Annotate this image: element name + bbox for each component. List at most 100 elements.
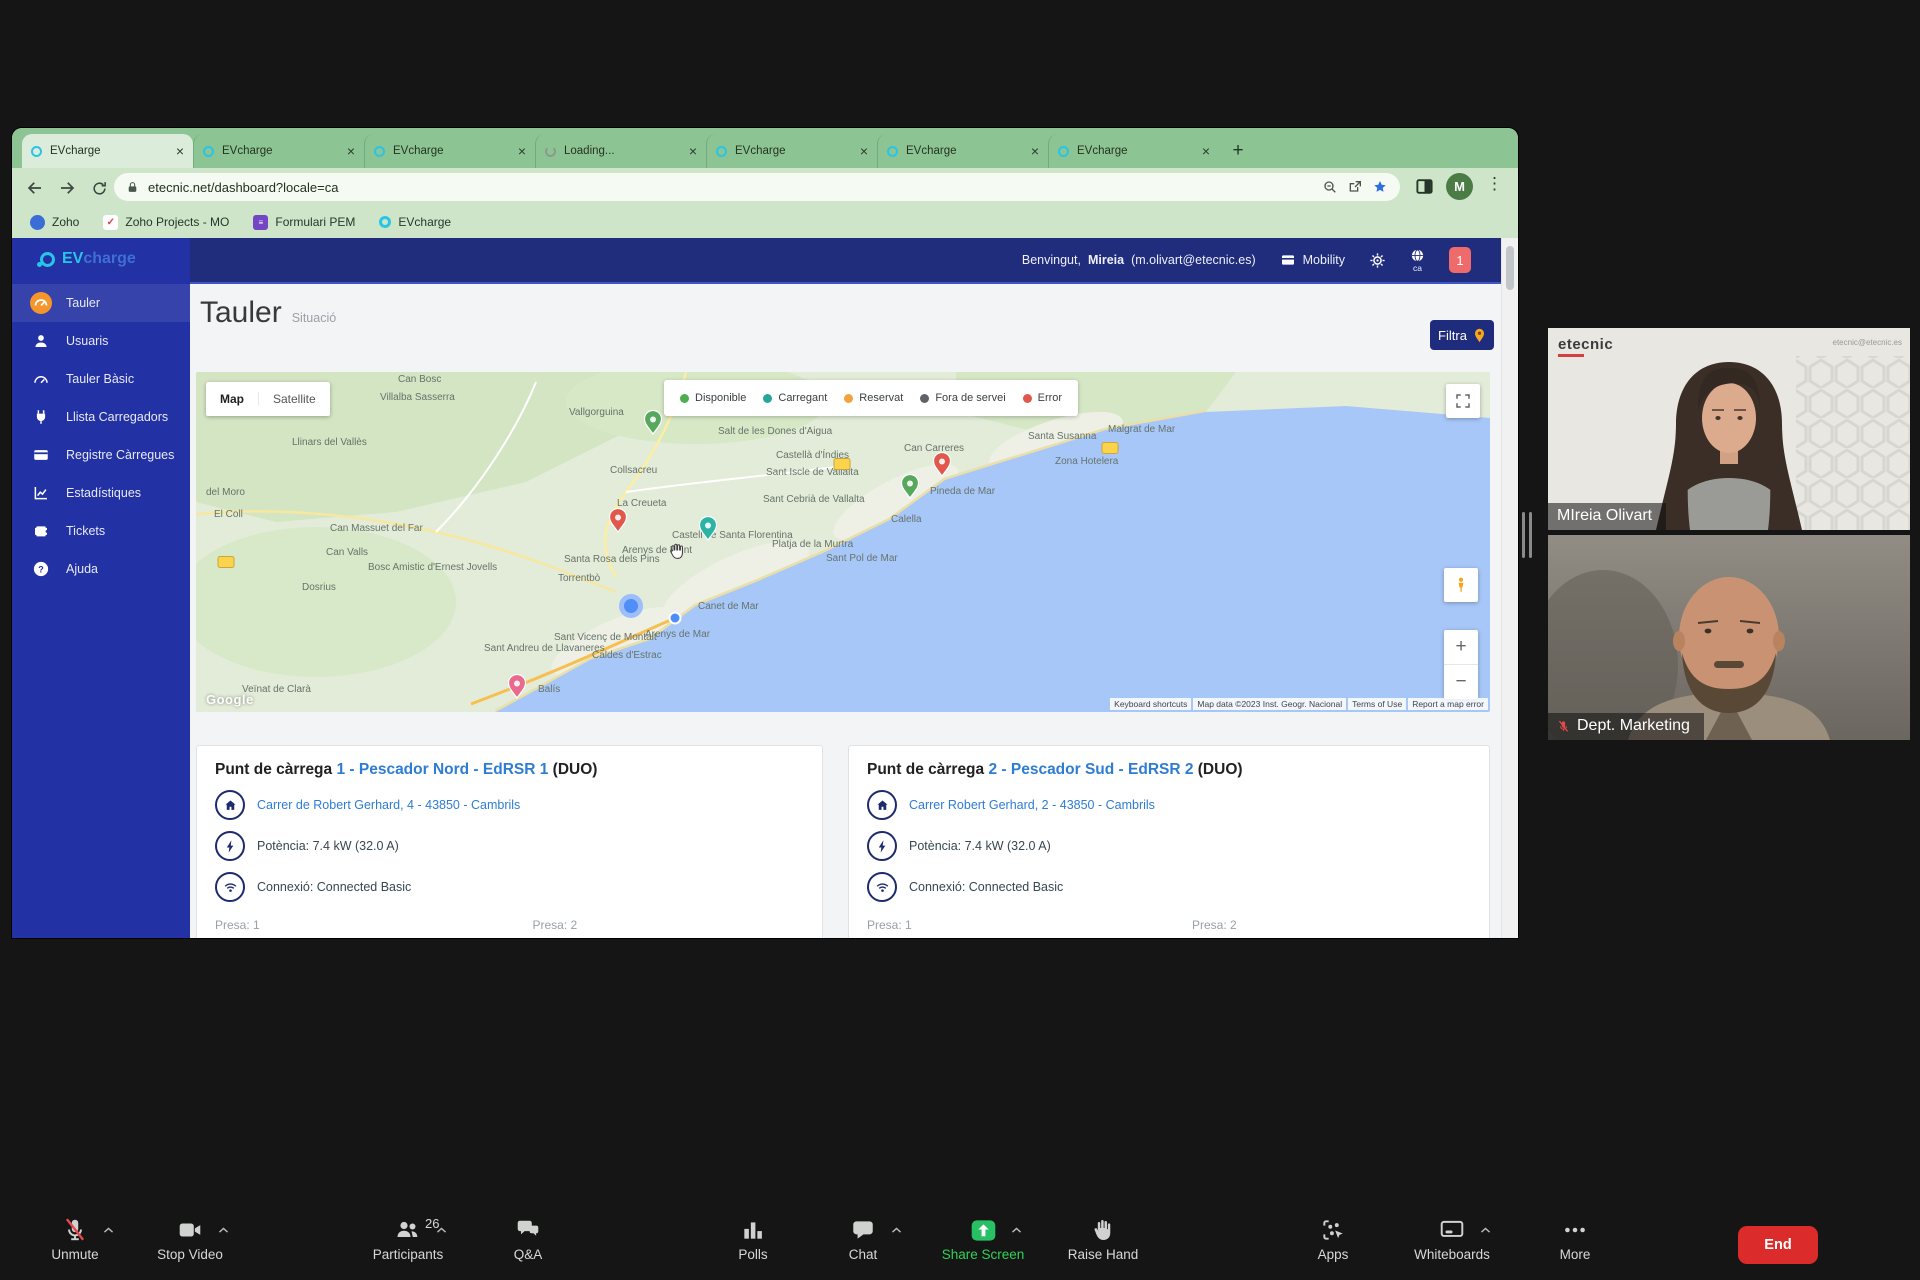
settings-button[interactable] (1369, 252, 1386, 269)
toolbar-more-button[interactable]: More (1500, 1215, 1650, 1262)
toolbar-q-a-button[interactable]: Q&A (453, 1215, 603, 1262)
map-attribution-item[interactable]: Terms of Use (1348, 698, 1406, 710)
tab-close-icon[interactable]: × (1031, 146, 1039, 156)
bookmark-item[interactable]: Zoho (30, 215, 79, 230)
charge-point-address-link[interactable]: Carrer Robert Gerhard, 2 - 43850 - Cambr… (909, 798, 1155, 812)
legend-status-dot (1023, 394, 1032, 403)
legend-item: Error (1023, 392, 1062, 404)
language-selector[interactable]: ca (1410, 248, 1425, 273)
bookmark-label: EVcharge (398, 215, 451, 229)
connection-icon (215, 872, 245, 902)
tab-close-icon[interactable]: × (176, 146, 184, 156)
notification-badge[interactable]: 1 (1449, 247, 1471, 273)
bookmark-item[interactable]: ≡ Formulari PEM (253, 215, 355, 230)
bookmark-item[interactable]: ✓ Zoho Projects - MO (103, 215, 229, 230)
reload-icon (91, 180, 108, 197)
browser-tab[interactable]: EVcharge × (1048, 134, 1219, 168)
toolbar-stop-video-button[interactable]: Stop Video (115, 1215, 265, 1262)
browser-toolbar: etecnic.net/dashboard?locale=ca M ⋮ (12, 168, 1518, 206)
legend-item: Carregant (763, 392, 827, 404)
sidebar: EVcharge Tauler Usuaris Tauler Bàsic Lli… (12, 238, 190, 938)
participant-video-marketing[interactable]: Dept. Marketing (1548, 535, 1910, 740)
title-suffix: (DUO) (1193, 761, 1242, 778)
forward-button[interactable] (54, 175, 80, 201)
end-meeting-button[interactable]: End (1738, 1226, 1818, 1264)
pegman-button[interactable] (1444, 568, 1478, 602)
map-type-satellite[interactable]: Satellite (258, 392, 330, 406)
url-bar[interactable]: etecnic.net/dashboard?locale=ca (114, 173, 1400, 201)
chevron-up-icon[interactable] (1479, 1224, 1492, 1242)
charge-point-link[interactable]: 1 - Pescador Nord - EdRSR 1 (336, 761, 548, 778)
panel-resize-handle[interactable] (1522, 512, 1532, 558)
bookmark-label: Formulari PEM (275, 215, 355, 229)
toolbar-label: Raise Hand (1028, 1247, 1178, 1262)
browser-tab[interactable]: EVcharge × (706, 134, 877, 168)
check-icon: ✓ (103, 215, 118, 230)
mobility-menu[interactable]: Mobility (1280, 252, 1345, 268)
arrow-left-icon (26, 179, 44, 197)
tab-title: EVcharge (393, 145, 510, 157)
filter-button[interactable]: Filtra (1430, 320, 1494, 350)
sidebar-item-tauler[interactable]: Tauler (12, 284, 190, 322)
sidebar-item-estad-stiques[interactable]: Estadístiques (12, 474, 190, 512)
zoom-page-icon[interactable] (1322, 179, 1338, 195)
tab-close-icon[interactable]: × (1202, 146, 1210, 156)
map-attribution-item[interactable]: Report a map error (1408, 698, 1488, 710)
zoom-in-button[interactable]: + (1444, 631, 1478, 665)
charge-point-link[interactable]: 2 - Pescador Sud - EdRSR 2 (988, 761, 1193, 778)
browser-tab[interactable]: EVcharge × (193, 134, 364, 168)
chevron-up-icon[interactable] (217, 1224, 230, 1242)
browser-tab[interactable]: EVcharge × (22, 134, 193, 168)
browser-tab[interactable]: EVcharge × (364, 134, 535, 168)
charge-point-power: Potència: 7.4 kW (32.0 A) (909, 839, 1051, 853)
help-icon: ? (29, 557, 53, 581)
google-map[interactable]: Can BoscVillalba SasserraVallgorguinaLli… (196, 372, 1490, 712)
chevron-up-icon[interactable] (435, 1224, 448, 1242)
profile-avatar[interactable]: M (1446, 173, 1473, 200)
chevron-up-icon[interactable] (1010, 1224, 1023, 1242)
sidebar-item-label: Estadístiques (66, 486, 141, 500)
sidebar-item-registre-c-rregues[interactable]: Registre Càrregues (12, 436, 190, 474)
charge-point-address-link[interactable]: Carrer de Robert Gerhard, 4 - 43850 - Ca… (257, 798, 520, 812)
map-cluster-marker[interactable] (622, 597, 641, 616)
map-dot-marker[interactable] (670, 613, 681, 624)
legend-label: Fora de servei (935, 392, 1005, 404)
back-button[interactable] (22, 175, 48, 201)
bookmark-star-icon[interactable] (1372, 179, 1388, 195)
browser-tab[interactable]: EVcharge × (877, 134, 1048, 168)
sidebar-item-usuaris[interactable]: Usuaris (12, 322, 190, 360)
chevron-up-icon[interactable] (890, 1224, 903, 1242)
map-place-label: Sant Pol de Mar (826, 553, 898, 564)
tab-close-icon[interactable]: × (518, 146, 526, 156)
participant-video-mireia[interactable]: etecnic etecnic@etecnic.es MIreia Olivar… (1548, 328, 1910, 530)
sidebar-item-llista-carregadors[interactable]: Llista Carregadors (12, 398, 190, 436)
browser-menu-kebab-icon[interactable]: ⋮ (1486, 174, 1503, 194)
map-place-label: Can Carreres (904, 443, 964, 454)
scrollbar-thumb[interactable] (1506, 246, 1514, 290)
evcharge-logo[interactable]: EVcharge (12, 238, 190, 276)
browser-tab[interactable]: Loading... × (535, 134, 706, 168)
zoom-out-button[interactable]: − (1444, 665, 1478, 699)
sidebar-item-tauler-b-sic[interactable]: Tauler Bàsic (12, 360, 190, 398)
toolbar-raise-hand-button[interactable]: Raise Hand (1028, 1215, 1178, 1262)
tab-close-icon[interactable]: × (860, 146, 868, 156)
map-place-label: Sant Cebrià de Vallalta (763, 494, 865, 505)
map-type-map[interactable]: Map (206, 392, 258, 406)
side-panel-button[interactable] (1415, 177, 1434, 201)
fullscreen-button[interactable] (1446, 384, 1480, 418)
new-tab-button[interactable]: + (1225, 138, 1251, 164)
map-attribution-item[interactable]: Keyboard shortcuts (1110, 698, 1191, 710)
lock-icon (126, 181, 139, 194)
reload-button[interactable] (86, 175, 112, 201)
tab-close-icon[interactable]: × (689, 146, 697, 156)
sidebar-item-tickets[interactable]: Tickets (12, 512, 190, 550)
map-attribution-item[interactable]: Map data ©2023 Inst. Geogr. Nacional (1193, 698, 1346, 710)
sidebar-item-ajuda[interactable]: ? Ajuda (12, 550, 190, 588)
map-place-label: Santa Susanna (1028, 431, 1097, 442)
google-logo[interactable]: Google (206, 692, 254, 707)
page-scrollbar[interactable] (1501, 238, 1517, 938)
bookmark-item[interactable]: EVcharge (379, 215, 451, 229)
chevron-up-icon[interactable] (102, 1224, 115, 1242)
share-page-icon[interactable] (1347, 179, 1363, 195)
tab-close-icon[interactable]: × (347, 146, 355, 156)
